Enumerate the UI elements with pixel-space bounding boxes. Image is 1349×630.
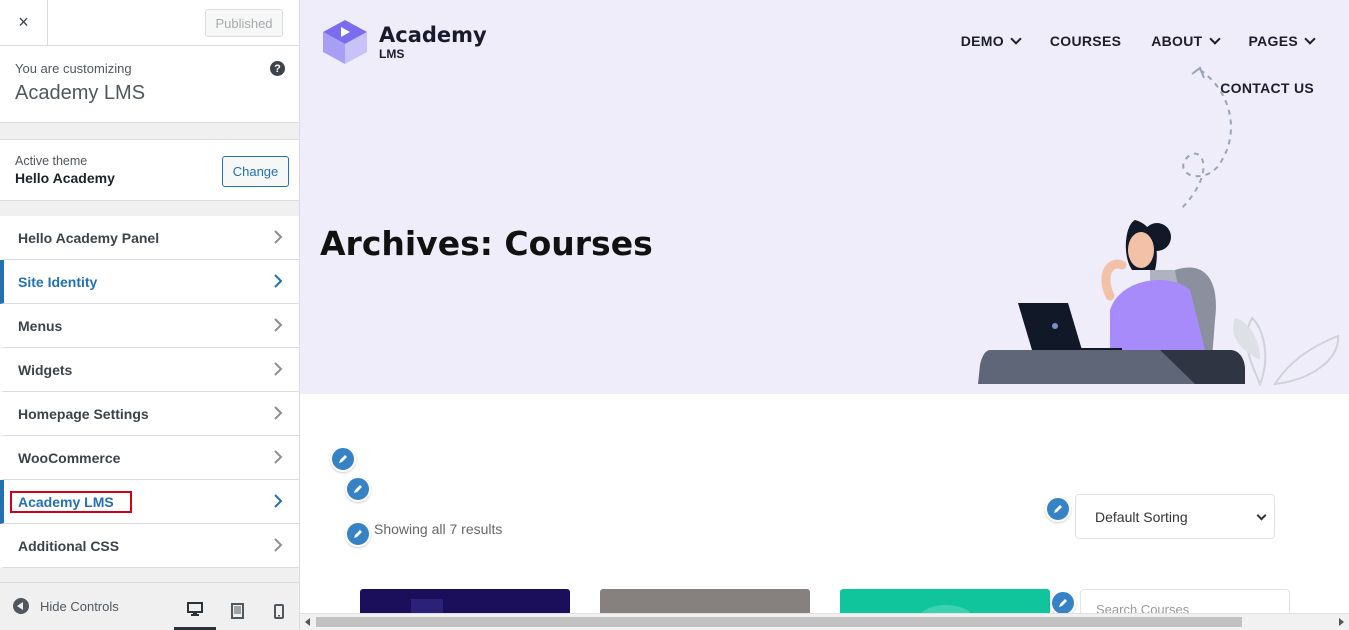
sidebar-item-label: WooCommerce [18,449,121,466]
sidebar-item-homepage-settings[interactable]: Homepage Settings [0,392,299,436]
academy-logo-icon [323,20,367,64]
chevron-right-icon [274,274,283,288]
sidebar-item-widgets[interactable]: Widgets [0,348,299,392]
logo-title: Academy [379,23,487,47]
site-preview: Academy LMS DEMO COURSES ABOUT PAGES CON… [300,0,1349,630]
chevron-right-icon [274,450,283,464]
nav-pages-label: PAGES [1248,33,1298,49]
chevron-down-icon [1256,510,1267,521]
hero-banner: Academy LMS DEMO COURSES ABOUT PAGES CON… [300,0,1349,394]
site-name: Academy LMS [15,82,146,104]
scroll-right-icon[interactable] [1339,618,1344,626]
edit-pencil-icon[interactable] [1045,496,1071,522]
sorting-select[interactable]: Default Sorting [1075,494,1275,539]
customizer-menu: Hello Academy Panel Site Identity Menus … [0,216,299,568]
chevron-right-icon [274,538,283,552]
sidebar-item-site-identity[interactable]: Site Identity [0,260,299,304]
chevron-down-icon [1010,33,1022,45]
nav-about-label: ABOUT [1151,33,1203,49]
sidebar-item-hello-academy-panel[interactable]: Hello Academy Panel [0,216,299,260]
sidebar-item-woocommerce[interactable]: WooCommerce [0,436,299,480]
scrollbar-thumb[interactable] [316,617,1242,627]
results-count: Showing all 7 results [374,521,503,537]
edit-pencil-icon[interactable] [330,446,356,472]
customizing-label: You are customizing [15,61,132,76]
chevron-right-icon [274,318,283,332]
student-laptop-illustration [978,66,1340,387]
nav-demo-label: DEMO [960,33,1004,49]
sidebar-item-label: Hello Academy Panel [18,229,160,246]
tablet-preview-icon[interactable] [216,591,258,630]
sidebar-item-menus[interactable]: Menus [0,304,299,348]
page-title: Archives: Courses [320,224,653,263]
active-theme-panel: Active theme Hello Academy Change [0,139,299,201]
sorting-select-value: Default Sorting [1095,508,1188,525]
nav-demo[interactable]: DEMO [960,33,1022,49]
chevron-right-icon [274,362,283,376]
scroll-left-icon[interactable] [305,618,310,626]
published-button[interactable]: Published [205,9,283,37]
hide-controls-label: Hide Controls [40,598,119,614]
logo-subtitle: LMS [379,47,405,61]
desktop-preview-icon[interactable] [174,591,216,630]
sidebar-header: × Published [0,0,299,46]
chevron-down-icon [1304,33,1316,45]
site-logo[interactable]: Academy LMS [319,18,487,66]
collapse-icon [13,598,29,614]
sidebar-item-label: Widgets [18,361,73,378]
sidebar-item-label: Menus [18,317,63,334]
edit-pencil-icon[interactable] [345,476,371,502]
nav-pages[interactable]: PAGES [1248,33,1316,49]
mobile-preview-icon[interactable] [258,591,300,630]
close-icon[interactable]: × [0,0,48,45]
horizontal-scrollbar[interactable] [300,613,1349,630]
sidebar-footer: Hide Controls [0,582,299,630]
sidebar-item-label: Homepage Settings [18,405,149,422]
sidebar-item-academy-lms[interactable]: Academy LMS [0,480,299,524]
chevron-right-icon [274,406,283,420]
sidebar-item-label: Site Identity [18,273,98,290]
nav-courses-label: COURSES [1049,33,1122,49]
hide-controls-button[interactable]: Hide Controls [13,598,119,614]
chevron-right-icon [274,230,283,244]
customizer-sidebar: × Published You are customizing Academy … [0,0,300,630]
sidebar-item-label: Academy LMS [10,490,132,513]
chevron-right-icon [274,494,283,508]
sidebar-item-label: Additional CSS [18,537,120,554]
help-icon[interactable]: ? [270,61,285,76]
nav-courses[interactable]: COURSES [1050,33,1121,49]
nav-about[interactable]: ABOUT [1151,33,1221,49]
main-nav: DEMO COURSES ABOUT PAGES [931,33,1316,49]
change-theme-button[interactable]: Change [222,156,289,187]
edit-pencil-icon[interactable] [345,521,371,547]
chevron-down-icon [1208,33,1221,45]
customizing-info: You are customizing Academy LMS ? [0,46,299,123]
sidebar-item-additional-css[interactable]: Additional CSS [0,524,299,568]
